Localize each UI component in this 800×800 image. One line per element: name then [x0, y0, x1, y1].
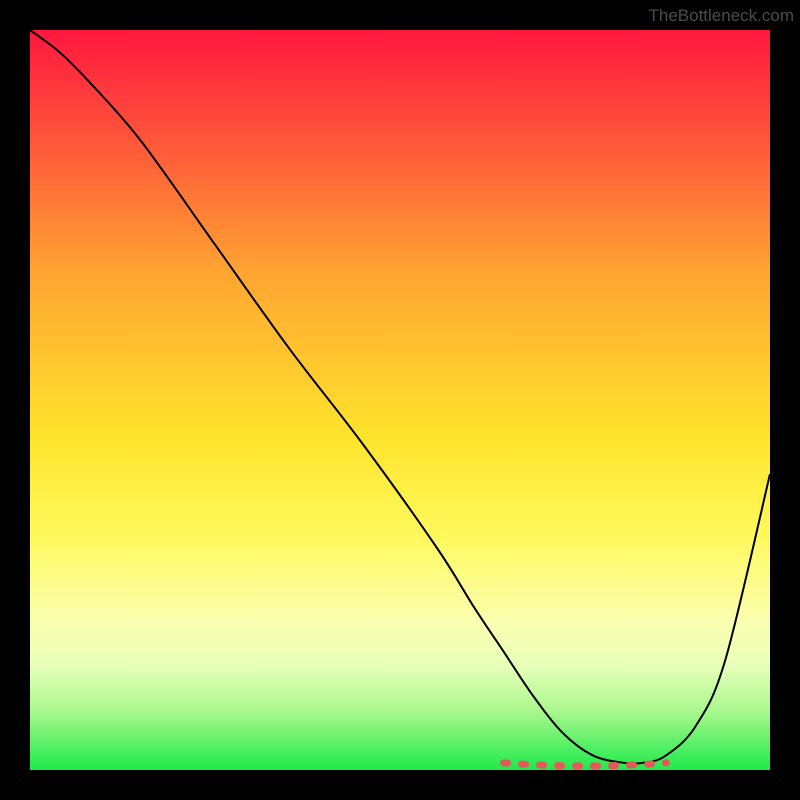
attribution-text: TheBottleneck.com [648, 6, 794, 26]
gradient-plot [30, 30, 770, 770]
curve-layer [30, 30, 770, 770]
bottleneck-curve [30, 30, 770, 764]
bottleneck-chart: TheBottleneck.com [0, 0, 800, 800]
